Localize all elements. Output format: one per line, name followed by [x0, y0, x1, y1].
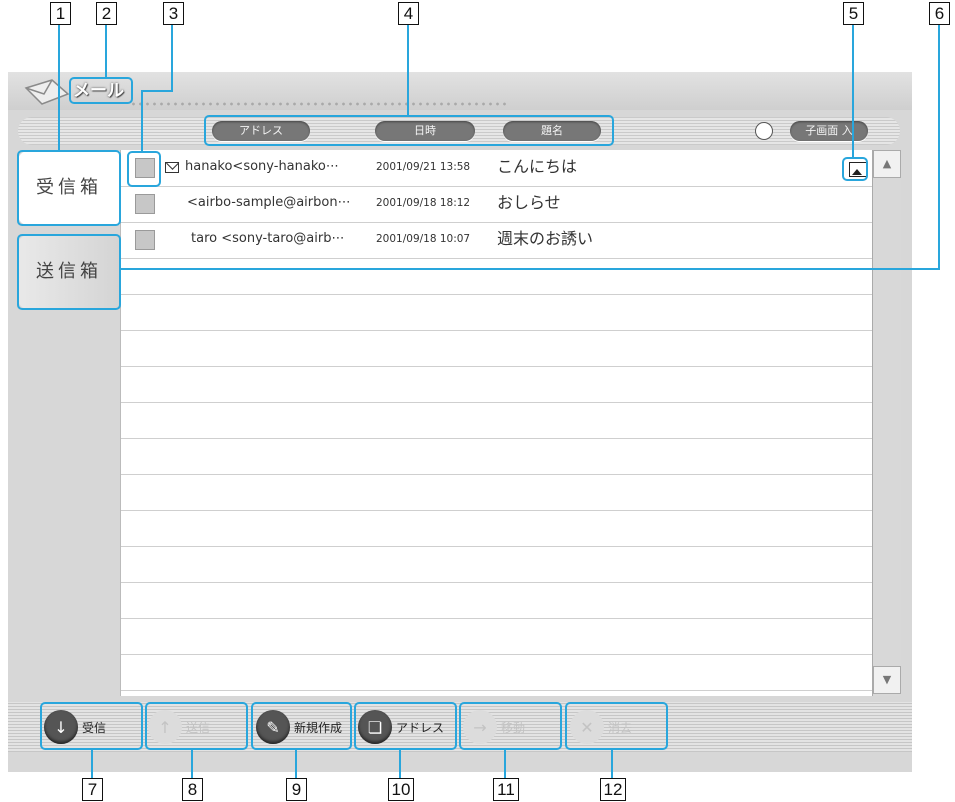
message-row[interactable]: taro <sony-taro@airb⋯ 2001/09/18 10:07 週…	[121, 222, 873, 259]
empty-row	[121, 438, 873, 475]
highlight-checkbox	[127, 151, 161, 187]
callout-8: 8	[182, 778, 203, 801]
leader-line-6	[938, 25, 940, 269]
callout-6: 6	[929, 2, 950, 25]
message-checkbox[interactable]	[135, 230, 155, 250]
leader-line-7	[91, 750, 93, 778]
leader-line-1	[58, 25, 60, 150]
empty-row	[121, 654, 873, 691]
callout-11: 11	[493, 778, 519, 801]
callout-10: 10	[388, 778, 414, 801]
scroll-down-button[interactable]: ▼	[873, 666, 901, 694]
empty-row	[121, 366, 873, 403]
empty-row	[121, 546, 873, 583]
leader-line-12	[611, 750, 613, 778]
message-subject: 週末のお誘い	[497, 229, 594, 248]
leader-line-11	[504, 750, 506, 778]
highlight-delete	[565, 702, 668, 750]
leader-line-3	[171, 25, 173, 91]
highlight-inbox-tab	[17, 150, 121, 226]
leader-line-9	[295, 750, 297, 778]
callout-5: 5	[843, 2, 864, 25]
leader-line-6b	[121, 268, 940, 270]
message-list: hanako<sony-hanako⋯ 2001/09/21 13:58 こんに…	[120, 150, 873, 696]
empty-row	[121, 294, 873, 331]
subscreen-toggle[interactable]: 子画面 入	[790, 121, 868, 141]
leader-line-5	[852, 25, 854, 157]
empty-row	[121, 582, 873, 619]
leader-line-4	[407, 25, 409, 115]
highlight-column-headers	[204, 115, 614, 146]
callout-3: 3	[163, 2, 184, 25]
callout-1: 1	[50, 2, 71, 25]
callout-12: 12	[600, 778, 626, 801]
message-sender: <airbo-sample@airbon⋯	[187, 195, 351, 210]
callout-7: 7	[82, 778, 103, 801]
message-date: 2001/09/21 13:58	[376, 161, 471, 173]
callout-2: 2	[96, 2, 117, 25]
empty-row	[121, 474, 873, 511]
leader-line-2	[105, 25, 107, 77]
message-sender: hanako<sony-hanako⋯	[185, 159, 339, 174]
highlight-compose	[251, 702, 352, 750]
empty-row	[121, 510, 873, 547]
message-checkbox[interactable]	[135, 194, 155, 214]
leader-line-3b	[141, 90, 173, 92]
empty-row	[121, 330, 873, 367]
highlight-outbox-tab	[17, 234, 121, 310]
leader-line-3c	[141, 90, 143, 151]
callout-9: 9	[286, 778, 307, 801]
scrollbar[interactable]: ▲ ▼	[872, 150, 901, 696]
empty-row	[121, 402, 873, 439]
message-subject: おしらせ	[497, 193, 561, 212]
highlight-receive	[40, 702, 143, 750]
message-date: 2001/09/18 18:12	[376, 197, 471, 209]
leader-line-8	[191, 750, 193, 778]
empty-row	[121, 618, 873, 655]
message-subject: こんにちは	[497, 157, 578, 176]
empty-row	[121, 258, 873, 295]
highlight-image-icon	[842, 157, 868, 181]
scroll-up-button[interactable]: ▲	[873, 150, 901, 178]
highlight-address-book	[354, 702, 457, 750]
message-row[interactable]: <airbo-sample@airbon⋯ 2001/09/18 18:12 お…	[121, 186, 873, 223]
message-row[interactable]: hanako<sony-hanako⋯ 2001/09/21 13:58 こんに…	[121, 150, 873, 187]
message-sender: taro <sony-taro@airb⋯	[191, 231, 345, 246]
highlight-send	[145, 702, 248, 750]
highlight-title	[69, 77, 133, 104]
leader-line-10	[399, 750, 401, 778]
dotted-decoration	[130, 101, 510, 107]
message-date: 2001/09/18 10:07	[376, 233, 471, 245]
highlight-move	[459, 702, 562, 750]
callout-4: 4	[398, 2, 419, 25]
mail-logo-icon	[24, 79, 70, 105]
subscreen-icon	[755, 122, 773, 140]
envelope-icon	[165, 162, 179, 173]
